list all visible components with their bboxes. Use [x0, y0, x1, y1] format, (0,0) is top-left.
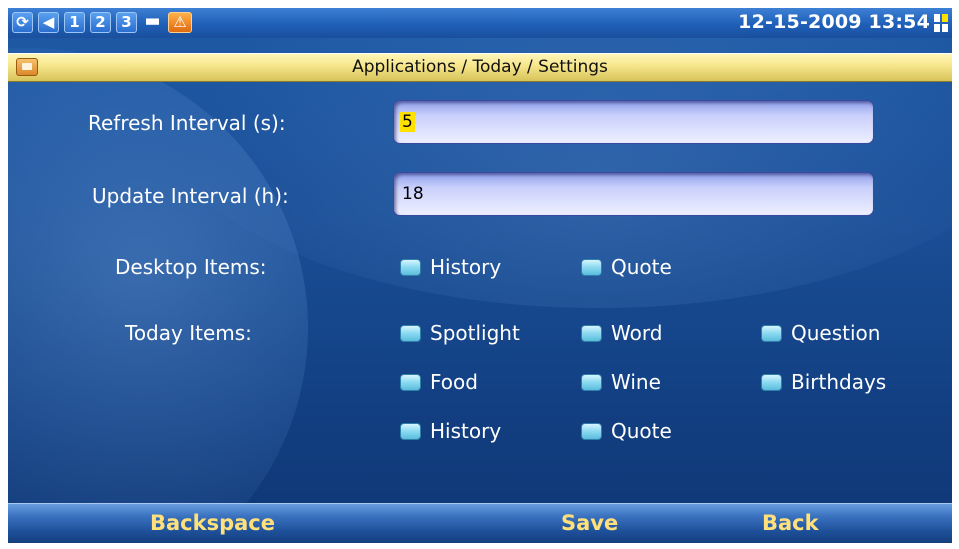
checkbox-label: Quote: [611, 419, 672, 443]
checkbox-label: Wine: [611, 370, 661, 394]
back-softkey[interactable]: Back: [762, 511, 819, 535]
line-1-icon[interactable]: 1: [64, 12, 85, 33]
checkbox-icon: [761, 325, 782, 342]
desktop-items-label: Desktop Items:: [115, 255, 267, 279]
checkbox-icon: [581, 374, 602, 391]
refresh-interval-value: 5: [400, 112, 415, 132]
checkbox-icon: [581, 259, 602, 276]
speaker-icon[interactable]: ◀: [38, 12, 59, 33]
softkey-bar: Backspace Save Back: [8, 503, 952, 543]
checkbox-icon: [581, 325, 602, 342]
checkbox-icon: [400, 423, 421, 440]
refresh-interval-label: Refresh Interval (s):: [88, 111, 286, 135]
backspace-softkey[interactable]: Backspace: [150, 511, 275, 535]
line-3-icon[interactable]: 3: [116, 12, 137, 33]
update-interval-value: 18: [402, 184, 424, 204]
today-items-label: Today Items:: [125, 321, 252, 345]
line-2-icon[interactable]: 2: [90, 12, 111, 33]
checkbox-icon: [581, 423, 602, 440]
checkbox-label: Quote: [611, 255, 672, 279]
checkbox-label: Question: [791, 321, 881, 345]
checkbox-icon: [400, 259, 421, 276]
checkbox-label: History: [430, 255, 502, 279]
save-softkey[interactable]: Save: [561, 511, 618, 535]
clock: 12-15-2009 13:54: [738, 11, 930, 33]
update-interval-label: Update Interval (h):: [92, 184, 289, 208]
network-icon: [934, 14, 948, 32]
checkbox-icon: [400, 374, 421, 391]
device-screen: ⟳ ◀ 1 2 3 ▬ ⚠ 12-15-2009 13:54 Applicati…: [8, 8, 952, 543]
refresh-interval-field[interactable]: 5: [393, 100, 874, 144]
warning-icon[interactable]: ⚠: [168, 12, 192, 33]
checkbox-label: Food: [430, 370, 478, 394]
folder-icon[interactable]: ▬: [142, 12, 163, 33]
title-bar: Applications / Today / Settings: [8, 53, 952, 82]
sync-icon[interactable]: ⟳: [12, 12, 33, 33]
checkbox-label: Birthdays: [791, 370, 887, 394]
checkbox-label: History: [430, 419, 502, 443]
checkbox-icon: [761, 374, 782, 391]
update-interval-field[interactable]: 18: [393, 172, 874, 216]
checkbox-label: Spotlight: [430, 321, 520, 345]
page-title: Applications / Today / Settings: [352, 57, 608, 77]
checkbox-icon: [400, 325, 421, 342]
checkbox-label: Word: [611, 321, 663, 345]
status-bar: ⟳ ◀ 1 2 3 ▬ ⚠ 12-15-2009 13:54: [8, 8, 952, 38]
